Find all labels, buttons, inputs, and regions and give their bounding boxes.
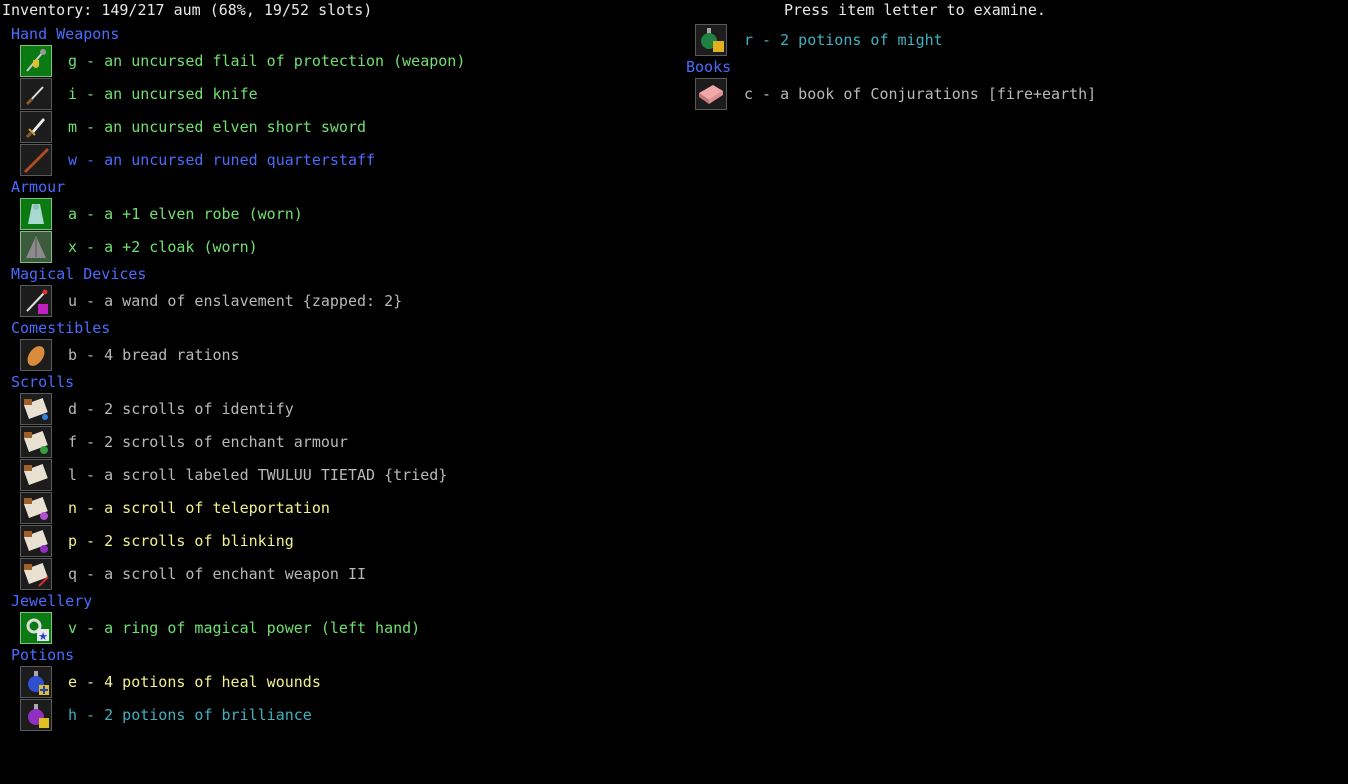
item-q-enchant-weapon[interactable]: q - a scroll of enchant weapon II <box>20 558 380 590</box>
scroll-icon <box>20 558 52 590</box>
item-label: x - a +2 cloak (worn) <box>68 238 258 256</box>
svg-text:★: ★ <box>38 630 48 643</box>
item-m-short-sword[interactable]: m - an uncursed elven short sword <box>20 111 370 143</box>
robe-icon <box>20 198 52 230</box>
item-label: q - a scroll of enchant weapon II <box>68 565 367 583</box>
ring-icon: ★ <box>20 612 52 644</box>
wand-icon <box>20 285 52 317</box>
item-n-teleportation[interactable]: n - a scroll of teleportation <box>20 492 340 524</box>
item-p-blinking[interactable]: p - 2 scrolls of blinking <box>20 525 310 557</box>
item-f-enchant-armour[interactable]: f - 2 scrolls of enchant armour <box>20 426 360 458</box>
item-r-might[interactable]: r - 2 potions of might <box>695 24 945 56</box>
book-icon <box>695 78 727 110</box>
bread-icon <box>20 339 52 371</box>
item-label: v - a ring of magical power (left hand) <box>68 619 421 637</box>
scroll-icon <box>20 525 52 557</box>
item-x-cloak[interactable]: x - a +2 cloak (worn) <box>20 231 270 263</box>
cloak-icon <box>20 231 52 263</box>
examine-prompt: Press item letter to examine. <box>784 1 1046 19</box>
item-c-conjurations[interactable]: c - a book of Conjurations [fire+earth] <box>695 78 1097 110</box>
item-label: i - an uncursed knife <box>68 85 258 103</box>
scroll-icon <box>20 426 52 458</box>
item-label: f - 2 scrolls of enchant armour <box>68 433 348 451</box>
item-h-brilliance[interactable]: h - 2 potions of brilliance <box>20 699 320 731</box>
item-label: b - 4 bread rations <box>68 346 240 364</box>
category-books: Books <box>686 58 732 76</box>
item-label: e - 4 potions of heal wounds <box>68 673 321 691</box>
item-a-robe[interactable]: a - a +1 elven robe (worn) <box>20 198 310 230</box>
item-label: w - an uncursed runed quarterstaff <box>68 151 376 169</box>
potion-icon <box>20 699 52 731</box>
item-label: l - a scroll labeled TWULUU TIETAD {trie… <box>68 466 448 484</box>
category-potions: Potions <box>11 646 75 664</box>
item-label: u - a wand of enslavement {zapped: 2} <box>68 292 403 310</box>
item-label: c - a book of Conjurations [fire+earth] <box>744 85 1097 103</box>
item-label: a - a +1 elven robe (worn) <box>68 205 303 223</box>
knife-icon <box>20 78 52 110</box>
short-sword-icon <box>20 111 52 143</box>
quarterstaff-icon <box>20 144 52 176</box>
item-label: g - an uncursed flail of protection (wea… <box>68 52 466 70</box>
category-hand-weapons: Hand Weapons <box>11 25 120 43</box>
item-l-scroll-twuluu[interactable]: l - a scroll labeled TWULUU TIETAD {trie… <box>20 459 450 491</box>
category-armour: Armour <box>11 178 66 196</box>
item-label: p - 2 scrolls of blinking <box>68 532 294 550</box>
item-label: m - an uncursed elven short sword <box>68 118 367 136</box>
item-w-quarterstaff[interactable]: w - an uncursed runed quarterstaff <box>20 144 380 176</box>
scroll-icon <box>20 393 52 425</box>
inventory-summary: Inventory: 149/217 aum (68%, 19/52 slots… <box>2 1 373 19</box>
item-g-flail[interactable]: g - an uncursed flail of protection (wea… <box>20 45 480 77</box>
item-b-bread[interactable]: b - 4 bread rations <box>20 339 250 371</box>
item-d-identify[interactable]: d - 2 scrolls of identify <box>20 393 310 425</box>
category-jewellery: Jewellery <box>11 592 93 610</box>
potion-icon <box>695 24 727 56</box>
category-comestibles: Comestibles <box>11 319 111 337</box>
potion-icon <box>20 666 52 698</box>
item-label: n - a scroll of teleportation <box>68 499 330 517</box>
category-scrolls: Scrolls <box>11 373 75 391</box>
scroll-icon <box>20 459 52 491</box>
flail-icon <box>20 45 52 77</box>
scroll-icon <box>20 492 52 524</box>
item-label: d - 2 scrolls of identify <box>68 400 294 418</box>
item-v-ring[interactable]: ★ v - a ring of magical power (left hand… <box>20 612 430 644</box>
item-u-wand[interactable]: u - a wand of enslavement {zapped: 2} <box>20 285 410 317</box>
item-i-knife[interactable]: i - an uncursed knife <box>20 78 280 110</box>
item-label: h - 2 potions of brilliance <box>68 706 312 724</box>
item-label: r - 2 potions of might <box>744 31 943 49</box>
category-magical-devices: Magical Devices <box>11 265 147 283</box>
item-e-heal-wounds[interactable]: e - 4 potions of heal wounds <box>20 666 330 698</box>
